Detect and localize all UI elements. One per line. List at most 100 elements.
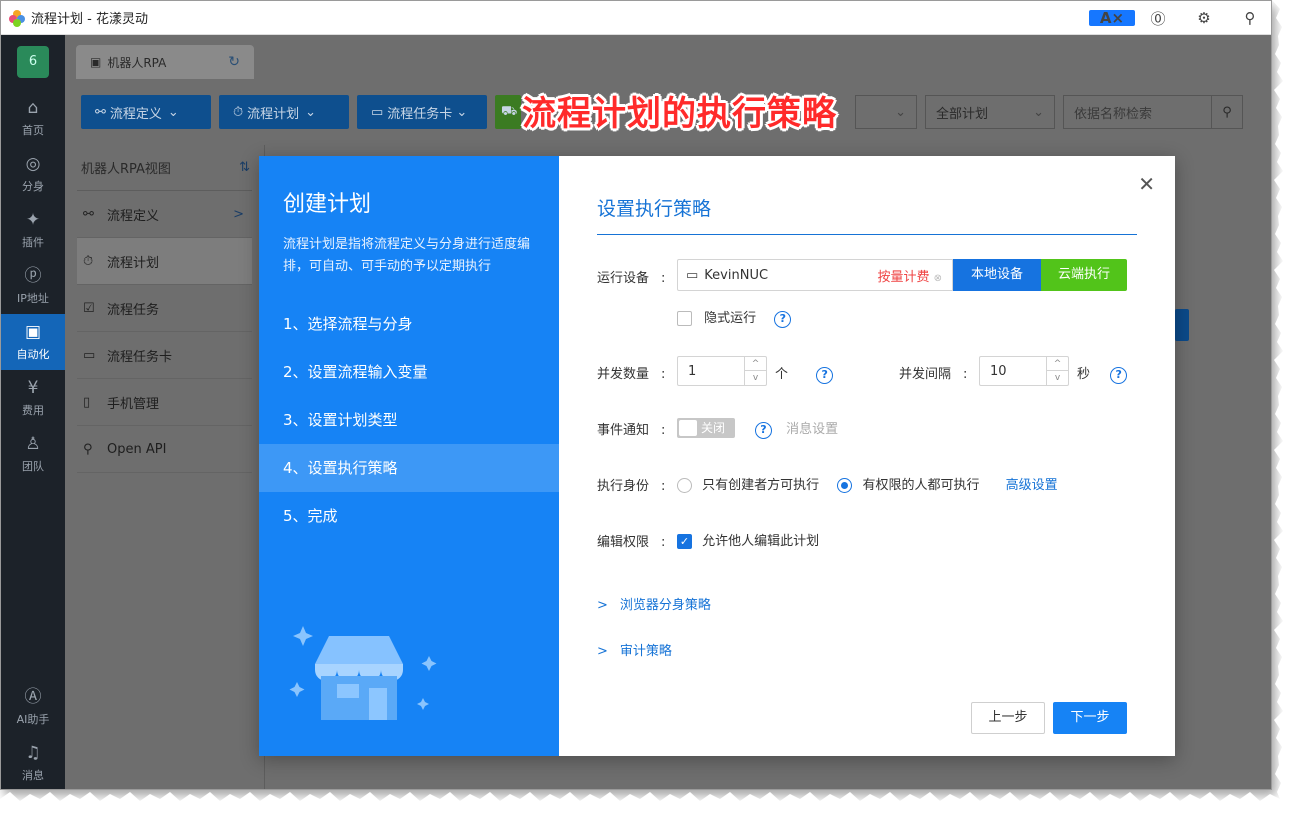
search-icon: ⚲ xyxy=(1222,104,1232,120)
hidden-run-option[interactable]: 隐式运行 ? xyxy=(677,307,792,328)
device-label-text: 运行设备 xyxy=(597,271,650,286)
title-bar: 流程计划 - 花漾灵动 A× ⓪ ⚙ ⚲ xyxy=(1,1,1271,35)
clear-icon[interactable]: ⊗ xyxy=(934,273,942,284)
rail-item-2[interactable]: ✦ 插件 xyxy=(1,202,65,258)
side-menu-item-4[interactable]: ▯ 手机管理 xyxy=(77,379,252,426)
side-menu-item-3[interactable]: ▭ 流程任务卡 xyxy=(77,332,252,379)
concurrency-label-text: 并发数量 xyxy=(597,367,650,382)
rail-item-6[interactable]: ♙ 团队 xyxy=(1,426,65,482)
identity-creator-radio[interactable] xyxy=(677,478,692,493)
hidden-run-checkbox[interactable] xyxy=(677,311,692,326)
ip-icon: ⓟ xyxy=(24,266,42,286)
flow-task-card-button[interactable]: ▭ 流程任务卡 ⌄ xyxy=(357,95,487,129)
decrement-icon[interactable]: v xyxy=(1047,371,1068,385)
chevron-right-icon: > xyxy=(597,644,608,659)
side-menu-item-label: 流程任务卡 xyxy=(107,349,173,365)
rail-item-5[interactable]: ¥ 费用 xyxy=(1,370,65,426)
plan-filter-value: 全部计划 xyxy=(936,106,989,122)
rail-item-label: 消息 xyxy=(22,769,44,782)
filter-select-1[interactable]: ⌄ xyxy=(855,95,917,129)
step-item-3[interactable]: 3、设置计划类型 xyxy=(259,396,559,444)
search-button[interactable]: ⚲ xyxy=(1211,95,1243,129)
modal-content: ✕ 设置执行策略 运行设备: ▭ KevinNUC 按量计费 ⊗ 本地设备 云端… xyxy=(559,156,1175,756)
tab-robot-rpa[interactable]: ▣ 机器人RPA ↻ xyxy=(76,45,254,79)
step-item-1[interactable]: 1、选择流程与分身 xyxy=(259,300,559,348)
concurrency-stepper[interactable]: 1 ^ v xyxy=(677,356,767,386)
interval-stepper[interactable]: 10 ^ v xyxy=(979,356,1069,386)
interval-label: 并发间隔: xyxy=(899,367,968,382)
increment-icon[interactable]: ^ xyxy=(1047,357,1068,371)
help-icon[interactable]: ⓪ xyxy=(1135,8,1181,29)
step-item-4[interactable]: 4、设置执行策略 xyxy=(259,444,559,492)
stepper-controls[interactable]: ^ v xyxy=(744,357,766,385)
settings-gear-icon[interactable]: ⚙ xyxy=(1181,9,1227,27)
next-step-button[interactable]: 下一步 xyxy=(1053,702,1127,734)
identity-label: 执行身份: xyxy=(597,479,666,494)
device-select[interactable]: ▭ KevinNUC 按量计费 ⊗ xyxy=(677,259,953,291)
robot-icon: ▣ xyxy=(24,322,42,342)
cloud-exec-button[interactable]: 云端执行 xyxy=(1041,259,1127,291)
api-icon: ⚲ xyxy=(83,441,93,457)
team-badge[interactable]: 6 xyxy=(17,46,49,78)
rail-item-4[interactable]: ▣ 自动化 xyxy=(1,314,65,370)
rail-item-0[interactable]: ⌂ 首页 xyxy=(1,90,65,146)
help-circle-icon[interactable]: ? xyxy=(774,311,792,328)
plugin-icon: ✦ xyxy=(25,210,41,230)
side-menu-item-2[interactable]: ☑ 流程任务 xyxy=(77,285,252,332)
advanced-settings-link[interactable]: 高级设置 xyxy=(1006,478,1058,493)
monitor-icon: ▭ xyxy=(686,267,699,283)
cart-button[interactable]: ⛟ xyxy=(495,95,521,129)
side-menu-item-1[interactable]: ⏱ 流程计划 xyxy=(77,238,252,285)
identity-opt2-label[interactable]: 有权限的人都可执行 xyxy=(862,478,979,493)
help-circle-icon[interactable]: ? xyxy=(755,422,772,439)
edit-label: 编辑权限: xyxy=(597,535,666,550)
stepper-controls[interactable]: ^ v xyxy=(1046,357,1068,385)
flow-definition-button[interactable]: ⚯ 流程定义 ⌄ xyxy=(81,95,211,129)
pin-icon[interactable]: ⚲ xyxy=(1227,9,1271,27)
translate-icon[interactable]: A× xyxy=(1089,9,1135,27)
step-item-2[interactable]: 2、设置流程输入变量 xyxy=(259,348,559,396)
identity-permitted-radio[interactable] xyxy=(837,478,853,493)
close-icon[interactable]: ✕ xyxy=(1138,172,1155,196)
local-device-button[interactable]: 本地设备 xyxy=(953,259,1041,291)
search-input[interactable]: 依据名称检索 xyxy=(1063,95,1213,129)
interval-unit: 秒 xyxy=(1077,367,1091,382)
chevron-down-icon: ⌄ xyxy=(305,104,317,120)
rail-bottom-item-1[interactable]: ♫ 消息 xyxy=(1,735,65,789)
flow-plan-button[interactable]: ⏱ 流程计划 ⌄ xyxy=(219,95,349,129)
rail-item-label: IP地址 xyxy=(17,292,49,305)
side-menu-item-5[interactable]: ⚲ Open API xyxy=(77,426,252,473)
increment-icon[interactable]: ^ xyxy=(745,357,766,371)
flow-definition-label: 流程定义 xyxy=(109,106,162,122)
edit-label-text: 编辑权限 xyxy=(597,535,650,550)
notify-extra: ? 消息设置 xyxy=(755,418,838,439)
interval-unit-group: 秒 ? xyxy=(1077,363,1128,384)
rail-bottom-item-0[interactable]: Ⓐ AI助手 xyxy=(1,679,65,735)
sort-icon[interactable]: ⇅ xyxy=(239,160,250,175)
rail-item-3[interactable]: ⓟ IP地址 xyxy=(1,258,65,314)
title-actions: A× ⓪ ⚙ ⚲ xyxy=(1089,1,1271,35)
browser-strategy-expander[interactable]: > 浏览器分身策略 xyxy=(597,594,711,613)
help-circle-icon[interactable]: ? xyxy=(816,367,834,384)
edit-permission-checkbox[interactable]: ✓ xyxy=(677,534,692,549)
edit-permission-option[interactable]: ✓ 允许他人编辑此计划 xyxy=(677,530,819,549)
side-menu-item-label: 手机管理 xyxy=(107,396,160,412)
rail-item-1[interactable]: ◎ 分身 xyxy=(1,146,65,202)
notify-toggle[interactable]: 关闭 xyxy=(677,418,735,438)
step-item-5[interactable]: 5、完成 xyxy=(259,492,559,540)
flow-icon: ⚯ xyxy=(95,104,106,120)
decrement-icon[interactable]: v xyxy=(745,371,766,385)
background-button xyxy=(1175,309,1189,341)
toggle-knob xyxy=(679,420,697,436)
side-menu-item-0[interactable]: ⚯ 流程定义 > xyxy=(77,191,252,238)
bell-icon: ♫ xyxy=(25,743,41,763)
chevron-down-icon: ⌄ xyxy=(1033,104,1044,120)
plan-filter-select[interactable]: 全部计划 ⌄ xyxy=(925,95,1055,129)
rail-item-label: AI助手 xyxy=(16,713,50,726)
identity-opt1-label[interactable]: 只有创建者方可执行 xyxy=(702,478,819,493)
help-circle-icon[interactable]: ? xyxy=(1110,367,1128,384)
refresh-icon[interactable]: ↻ xyxy=(228,54,240,70)
audit-strategy-expander[interactable]: > 审计策略 xyxy=(597,640,672,659)
prev-step-button[interactable]: 上一步 xyxy=(971,702,1045,734)
message-settings-link[interactable]: 消息设置 xyxy=(786,422,838,437)
